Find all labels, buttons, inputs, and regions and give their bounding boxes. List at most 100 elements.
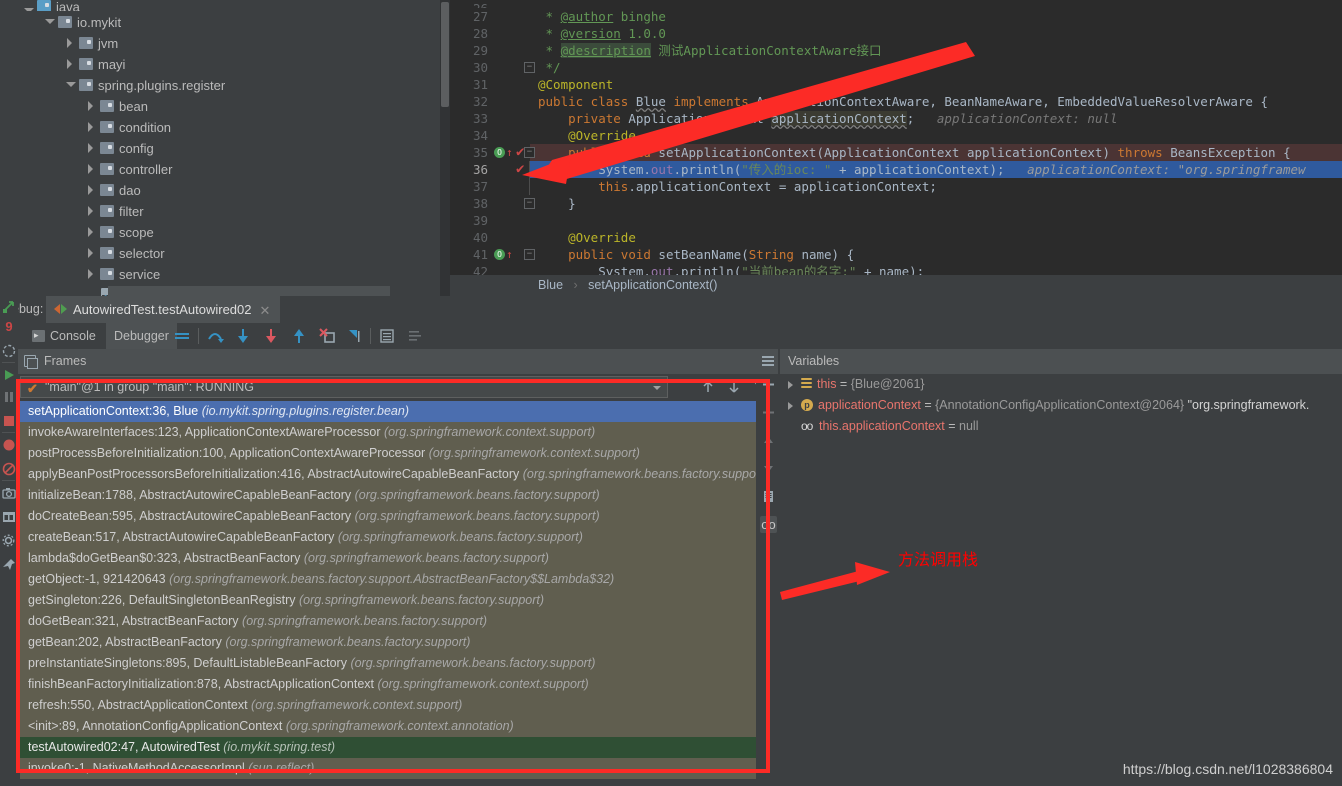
evaluate-expression-icon[interactable] [378, 327, 396, 345]
tree-item-mayi[interactable]: mayi [0, 53, 450, 74]
mute-breakpoints-icon[interactable] [2, 462, 16, 476]
code-editor[interactable]: 2627 * @author binghe28 * @version 1.0.0… [450, 0, 1342, 296]
code-line-35[interactable]: 35 O ↑ ✔ − public void setApplicationContext… [450, 144, 1342, 161]
rerun-icon[interactable] [2, 300, 16, 314]
frame-row[interactable]: refresh:550, AbstractApplicationContext … [20, 695, 766, 716]
frame-row[interactable]: finishBeanFactoryInitialization:878, Abs… [20, 674, 766, 695]
frame-row[interactable]: initializeBean:1788, AbstractAutowireCap… [20, 485, 766, 506]
frame-row[interactable]: getSingleton:226, DefaultSingletonBeanRe… [20, 590, 766, 611]
chevron-right-icon[interactable] [85, 179, 98, 200]
tree-item-dao[interactable]: dao [0, 179, 450, 200]
code-fold-icon[interactable]: − [524, 198, 535, 209]
chevron-right-icon[interactable] [85, 95, 98, 116]
frame-row[interactable]: getBean:202, AbstractBeanFactory (org.sp… [20, 632, 766, 653]
frame-row[interactable]: invokeAwareInterfaces:123, ApplicationCo… [20, 422, 766, 443]
restore-layout-icon[interactable] [2, 510, 16, 524]
frame-row[interactable]: setApplicationContext:36, Blue (io.mykit… [20, 401, 766, 422]
inspect-icon[interactable]: oo [760, 516, 777, 533]
layout-settings-icon[interactable] [406, 327, 424, 345]
code-fold-icon[interactable]: − [524, 62, 535, 73]
code-line-41[interactable]: 41 O ↑ − public void setBeanName(String nam… [450, 246, 1342, 263]
code-line-33[interactable]: 33 private ApplicationContext applicatio… [450, 110, 1342, 127]
tree-item-java[interactable]: java [0, 0, 450, 11]
tree-item-spring-plugins-register[interactable]: spring.plugins.register [0, 74, 450, 95]
frame-down-icon[interactable] [726, 379, 742, 395]
chevron-down-icon[interactable] [22, 0, 35, 11]
tree-item-scope[interactable]: scope [0, 221, 450, 242]
tree-item-bean[interactable]: bean [0, 95, 450, 116]
chevron-down-icon[interactable] [43, 11, 56, 32]
implements-arrow-icon[interactable]: ↑ [506, 249, 513, 260]
show-execution-point-icon[interactable] [173, 327, 191, 345]
code-line-42[interactable]: 42 System.out.println("当前bean的名字:" + nam… [450, 263, 1342, 275]
frames-panel[interactable]: ✔ "main"@1 in group "main": RUNNING setA… [18, 374, 768, 786]
chevron-right-icon[interactable] [786, 374, 798, 395]
code-fold-icon[interactable]: − [524, 249, 535, 260]
code-text-area[interactable]: 2627 * @author binghe28 * @version 1.0.0… [450, 0, 1342, 275]
code-fold-icon[interactable]: − [524, 147, 535, 158]
thread-selector[interactable]: ✔ "main"@1 in group "main": RUNNING [20, 376, 668, 398]
breakpoint-icon[interactable]: ✔ [516, 162, 527, 176]
force-step-into-icon[interactable] [262, 327, 280, 345]
frame-row[interactable]: testAutowired02:47, AutowiredTest (io.my… [20, 737, 766, 758]
tab-console[interactable]: Console [24, 323, 104, 349]
frame-row[interactable]: preInstantiateSingletons:895, DefaultLis… [20, 653, 766, 674]
tree-item-config[interactable]: config [0, 137, 450, 158]
resume-toggle-icon[interactable] [2, 344, 16, 358]
variables-panel[interactable]: this = {Blue@2061} p applicationContext = … [780, 374, 1342, 786]
run-configuration-tab[interactable]: AutowiredTest.testAutowired02 ✕ [46, 296, 281, 323]
frame-row[interactable]: doGetBean:321, AbstractBeanFactory (org.… [20, 611, 766, 632]
stop-icon[interactable] [2, 414, 16, 428]
editor-scrollbar-thumb[interactable] [441, 2, 449, 107]
chevron-right-icon[interactable] [85, 137, 98, 158]
move-up-icon[interactable] [760, 432, 777, 449]
step-out-icon[interactable] [290, 327, 308, 345]
override-marker-icon[interactable]: O [494, 147, 505, 158]
project-tool-window[interactable]: java io.mykit jvm mayi spring.plugins.regist… [0, 0, 450, 296]
tree-item-filter[interactable]: filter [0, 200, 450, 221]
close-icon[interactable]: ✕ [259, 303, 270, 318]
frame-row[interactable]: postProcessBeforeInitialization:100, App… [20, 443, 766, 464]
chevron-right-icon[interactable] [786, 395, 798, 416]
chevron-down-icon[interactable] [64, 74, 77, 95]
frame-up-icon[interactable] [700, 379, 716, 395]
move-down-icon[interactable] [760, 460, 777, 477]
code-line-34[interactable]: 34 @Override [450, 127, 1342, 144]
tree-item-service[interactable]: service [0, 263, 450, 284]
variable-row[interactable]: this = {Blue@2061} [780, 374, 1342, 395]
chevron-right-icon[interactable] [85, 200, 98, 221]
code-line-30[interactable]: 30 − */ [450, 59, 1342, 76]
code-line-32[interactable]: 32 public class Blue implements Applicati… [450, 93, 1342, 110]
code-line-28[interactable]: 28 * @version 1.0.0 [450, 25, 1342, 42]
tree-item-jvm[interactable]: jvm [0, 32, 450, 53]
pin-tab-icon[interactable] [2, 558, 16, 572]
step-over-icon[interactable] [206, 327, 224, 345]
code-line-29[interactable]: 29 * @description 测试ApplicationContextAw… [450, 42, 1342, 59]
frame-row[interactable]: getObject:-1, 921420643 (org.springframe… [20, 569, 766, 590]
frame-row[interactable]: <init>:89, AnnotationConfigApplicationCo… [20, 716, 766, 737]
frame-row[interactable]: applyBeanPostProcessorsBeforeInitializat… [20, 464, 766, 485]
chevron-down-icon[interactable] [653, 386, 661, 390]
frame-row[interactable]: lambda$doGetBean$0:323, AbstractBeanFact… [20, 548, 766, 569]
pause-program-icon[interactable] [2, 390, 16, 404]
chevron-right-icon[interactable] [85, 158, 98, 179]
code-line-37[interactable]: 37 this.applicationContext = application… [450, 178, 1342, 195]
breadcrumb-class[interactable]: Blue [538, 278, 563, 292]
chevron-right-icon[interactable] [85, 221, 98, 242]
breadcrumb-method[interactable]: setApplicationContext() [588, 278, 717, 292]
code-line-36[interactable]: 36 ✔ System.out.println("传入的ioc: " + appl… [450, 161, 1342, 178]
camera-icon[interactable] [2, 486, 16, 500]
drop-frame-icon[interactable] [318, 327, 336, 345]
override-marker-icon[interactable]: O [494, 249, 505, 260]
chevron-right-icon[interactable] [85, 242, 98, 263]
add-watch-icon[interactable] [760, 376, 777, 393]
chevron-right-icon[interactable] [85, 116, 98, 137]
resume-program-icon[interactable] [2, 368, 16, 382]
remove-watch-icon[interactable] [760, 404, 777, 421]
variable-row[interactable]: oo this.applicationContext = null [780, 416, 1342, 437]
code-line-31[interactable]: 31 @Component [450, 76, 1342, 93]
implements-arrow-icon[interactable]: ↑ [506, 147, 513, 158]
copy-value-icon[interactable] [760, 488, 777, 505]
step-into-icon[interactable] [234, 327, 252, 345]
tree-item-condition[interactable]: condition [0, 116, 450, 137]
